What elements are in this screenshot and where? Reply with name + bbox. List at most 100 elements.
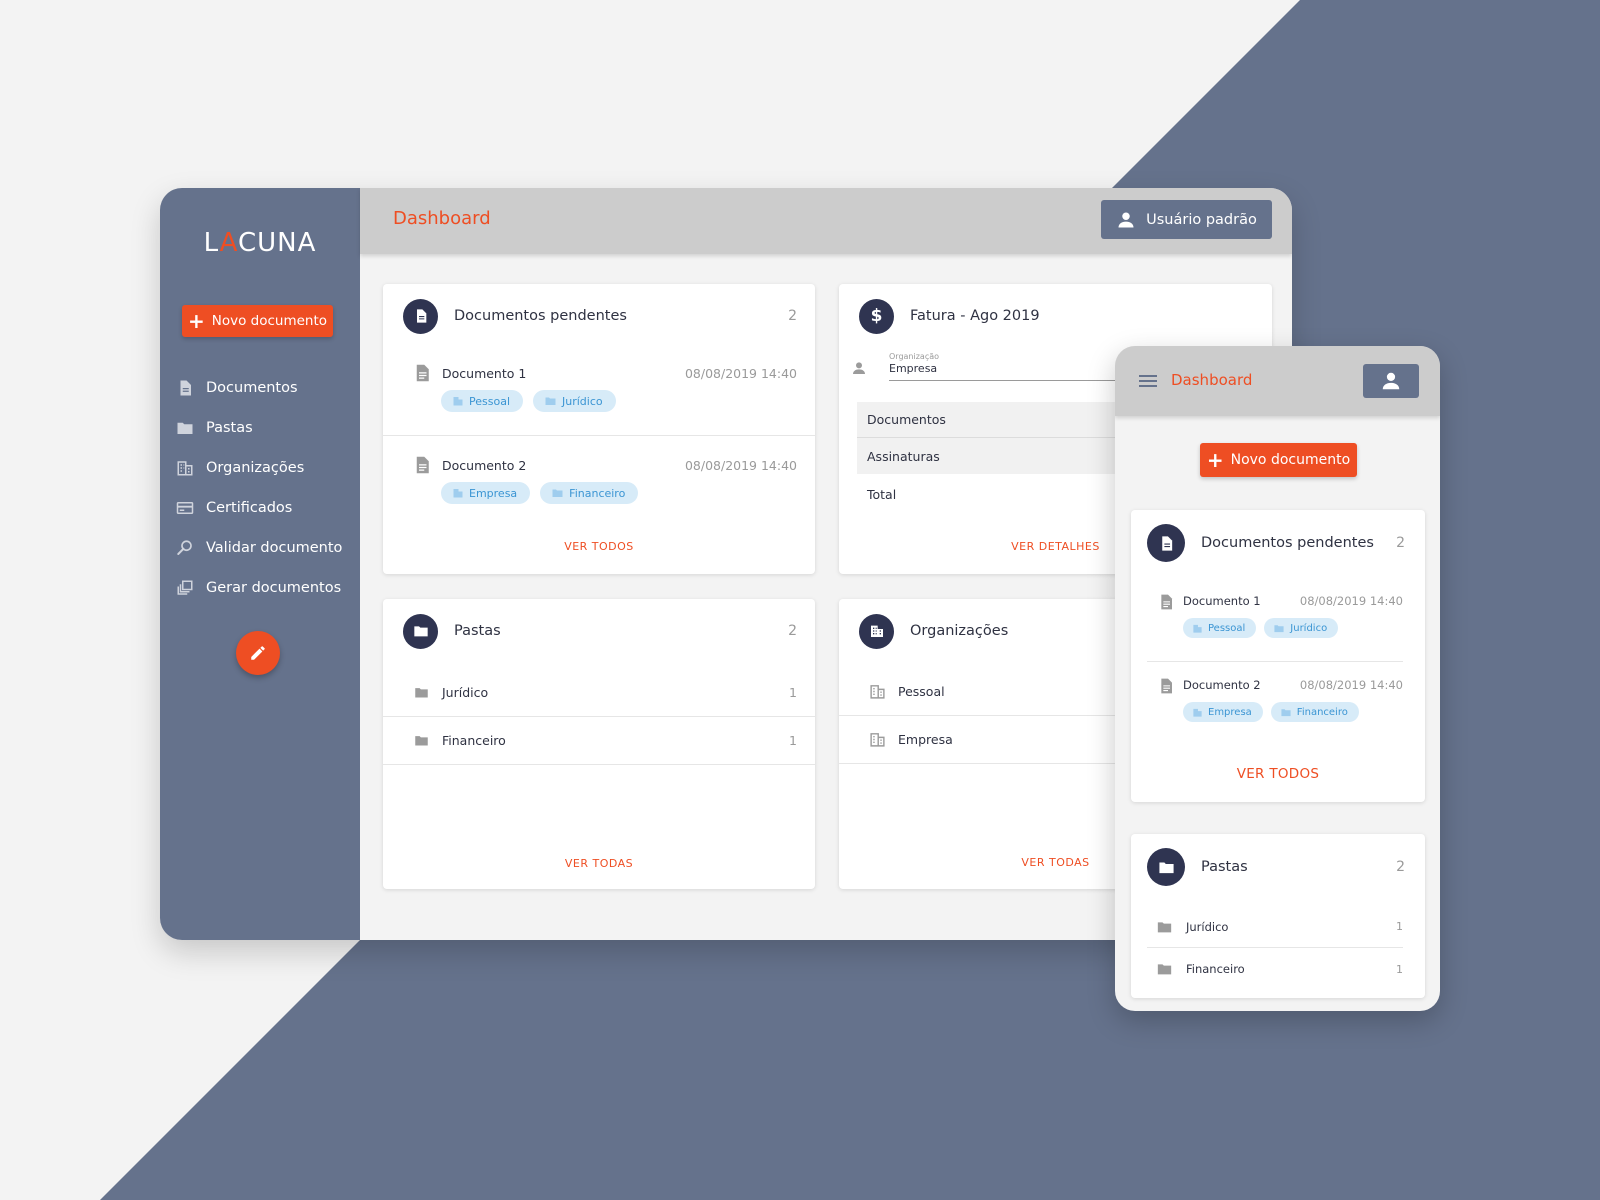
list-item[interactable]: Documento 1 08/08/2019 14:40 Pessoal Jur… (1147, 578, 1403, 662)
sidebar-item-label: Documentos (206, 380, 298, 396)
card-icon (176, 502, 194, 514)
document-date: 08/08/2019 14:40 (684, 458, 797, 473)
sidebar-item-label: Organizações (206, 460, 305, 476)
sidebar-item-organizacoes[interactable]: Organizações (176, 448, 342, 488)
file-icon (416, 364, 429, 382)
card-count: 2 (788, 308, 797, 324)
card-title: Pastas (454, 623, 501, 639)
page-title: Dashboard (1171, 371, 1253, 389)
list-item[interactable]: Financeiro 1 (383, 717, 815, 765)
card-header: Pastas 2 (1147, 848, 1405, 886)
card-title: Fatura - Ago 2019 (910, 308, 1040, 324)
card-header: Documentos pendentes 2 (1147, 524, 1405, 562)
sidebar-item-label: Validar documento (206, 540, 343, 556)
list-item[interactable]: Documento 1 08/08/2019 14:40 Pessoal Jur… (383, 344, 815, 436)
tag-list: Pessoal Jurídico (1183, 618, 1339, 638)
folder-count: 1 (789, 685, 797, 700)
sidebar-item-pastas[interactable]: Pastas (176, 408, 342, 448)
sidebar-item-gerar-documentos[interactable]: Gerar documentos (176, 568, 342, 608)
user-label: Usuário padrão (1146, 211, 1257, 228)
card-count: 2 (788, 623, 797, 639)
file-icon (1161, 678, 1172, 694)
user-menu-button[interactable] (1363, 364, 1419, 398)
dollar-icon: $ (870, 306, 883, 326)
tag-chip[interactable]: Jurídico (533, 390, 616, 412)
sidebar-item-label: Gerar documentos (206, 580, 342, 596)
invoice-row-label: Assinaturas (867, 448, 940, 464)
logo-suffix: CUNA (238, 228, 317, 258)
sidebar-item-validar-documento[interactable]: Validar documento (176, 528, 342, 568)
building-icon (1193, 624, 1202, 633)
document-name: Documento 2 (1183, 678, 1261, 692)
folder-icon (1274, 624, 1284, 632)
user-icon (1118, 212, 1134, 227)
new-document-label: Novo documento (211, 313, 328, 329)
document-date: 08/08/2019 14:40 (684, 366, 797, 381)
folder-name: Jurídico (1186, 919, 1229, 934)
tag-label: Pessoal (1208, 622, 1246, 634)
list-item[interactable]: Jurídico 1 (1147, 906, 1403, 948)
folder-icon (1157, 921, 1172, 932)
tag-list: Pessoal Jurídico (441, 390, 616, 412)
invoice-row-label: Documentos (867, 412, 946, 427)
tag-label: Pessoal (469, 394, 510, 408)
folder-icon (415, 736, 428, 746)
plus-icon: + (187, 309, 205, 333)
folder-icon (415, 688, 428, 698)
see-all-link[interactable]: VER TODOS (383, 540, 815, 553)
folder-icon (545, 397, 556, 405)
file-icon (416, 456, 429, 474)
pending-documents-card: Documentos pendentes 2 Documento 1 08/08… (1131, 510, 1425, 802)
edit-fab-button[interactable] (236, 631, 280, 675)
new-document-label: Novo documento (1230, 452, 1351, 468)
document-name: Documento 2 (442, 458, 527, 473)
building-circle-icon (859, 613, 894, 649)
list-item[interactable]: Financeiro 1 (1147, 948, 1403, 990)
folder-count: 1 (1396, 920, 1403, 933)
tag-label: Financeiro (1296, 706, 1348, 718)
sidebar-item-documentos[interactable]: Documentos (176, 368, 342, 408)
tag-chip[interactable]: Pessoal (1183, 618, 1257, 638)
file-icon (1161, 594, 1172, 610)
file-icon (180, 380, 191, 396)
new-document-button[interactable]: + Novo documento (1200, 443, 1357, 477)
logo-mark: A (219, 228, 238, 258)
pencil-icon (251, 646, 265, 660)
user-menu-button[interactable]: Usuário padrão (1101, 200, 1272, 239)
tag-chip[interactable]: Empresa (441, 482, 531, 504)
sidebar-nav: Documentos Pastas Organizações Certifica… (176, 368, 342, 608)
new-document-button[interactable]: + Novo documento (182, 305, 333, 337)
stack-icon (177, 580, 193, 595)
document-date: 08/08/2019 14:40 (1299, 678, 1403, 692)
tag-label: Empresa (469, 486, 518, 500)
folder-count: 1 (1396, 962, 1403, 976)
list-item[interactable]: Documento 2 08/08/2019 14:40 Empresa Fin… (383, 436, 815, 528)
list-item[interactable]: Jurídico 1 (383, 669, 815, 717)
see-all-link[interactable]: VER TODOS (1131, 766, 1425, 782)
folder-icon (1157, 964, 1172, 975)
card-header: Documentos pendentes 2 (403, 298, 797, 334)
building-icon (177, 461, 193, 476)
folder-count: 1 (789, 733, 797, 748)
hamburger-menu-icon[interactable] (1139, 374, 1157, 388)
document-date: 08/08/2019 14:40 (1299, 594, 1403, 608)
tag-chip[interactable]: Jurídico (1264, 618, 1339, 638)
card-header: $ Fatura - Ago 2019 (859, 298, 1254, 334)
building-icon (870, 733, 885, 747)
list-item[interactable]: Documento 2 08/08/2019 14:40 Empresa Fin… (1147, 662, 1403, 746)
top-bar: Dashboard Usuário padrão (360, 188, 1292, 254)
card-header: Pastas 2 (403, 613, 797, 649)
building-icon (1193, 708, 1202, 717)
tag-chip[interactable]: Financeiro (1270, 702, 1359, 722)
tag-label: Jurídico (562, 394, 603, 408)
card-title: Documentos pendentes (454, 308, 627, 324)
see-all-link[interactable]: VER TODAS (383, 857, 815, 870)
tag-chip[interactable]: Empresa (1183, 702, 1263, 722)
tag-list: Empresa Financeiro (441, 482, 639, 504)
tag-chip[interactable]: Pessoal (441, 390, 523, 412)
folder-circle-icon (403, 613, 438, 649)
plus-icon: + (1206, 448, 1224, 472)
folder-icon (552, 489, 563, 497)
tag-chip[interactable]: Financeiro (540, 482, 639, 504)
sidebar-item-certificados[interactable]: Certificados (176, 488, 342, 528)
